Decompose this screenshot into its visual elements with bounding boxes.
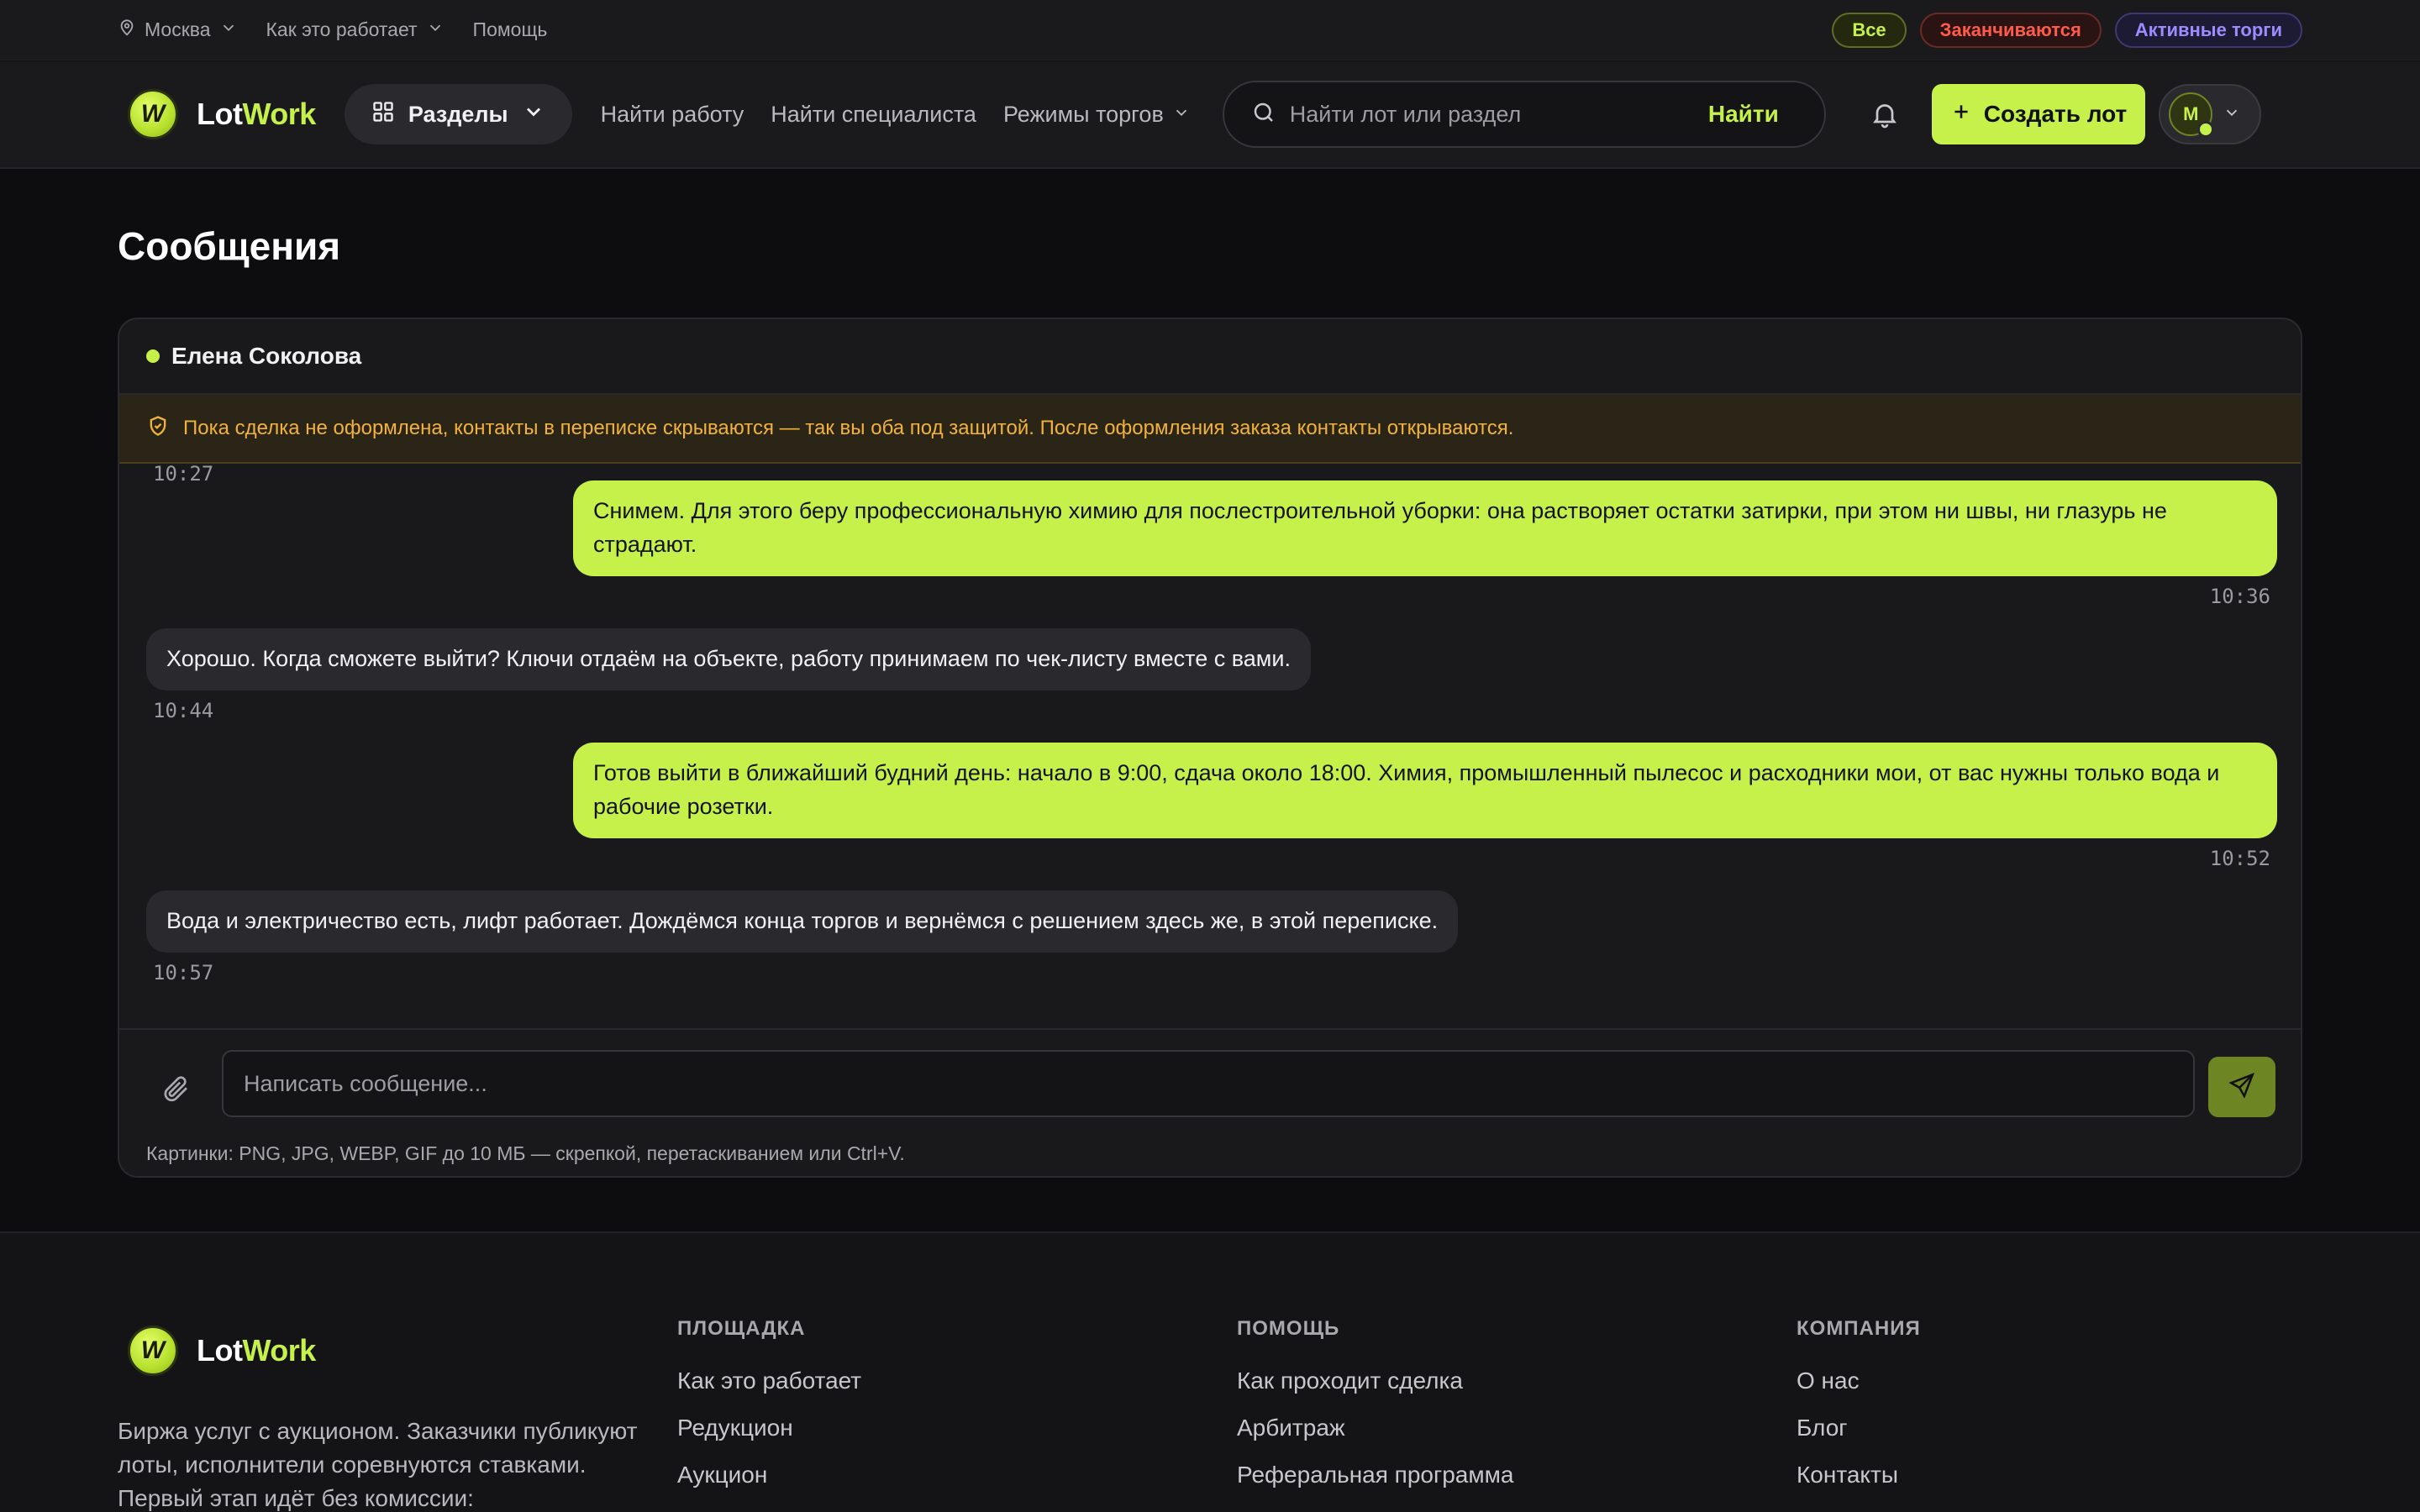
message-bubble: Готов выйти в ближайший будний день: нач… xyxy=(573,743,2277,838)
logo-mark: W xyxy=(128,1326,178,1376)
paperclip-icon[interactable] xyxy=(161,1074,192,1104)
nav-find-specialist[interactable]: Найти специалиста xyxy=(771,102,976,128)
avatar-status-badge xyxy=(2197,121,2215,138)
footer-link[interactable]: О нас xyxy=(1797,1357,1921,1404)
search-button[interactable]: Найти xyxy=(1708,101,1779,128)
main-nav: Найти работу Найти специалиста Режимы то… xyxy=(601,102,1191,128)
message-incoming: Вода и электричество есть, лифт работает… xyxy=(146,890,1459,984)
trade-modes-label: Режимы торгов xyxy=(1002,101,1164,127)
logo-mark: W xyxy=(128,89,178,139)
message-time: 10:52 xyxy=(2209,847,2270,870)
topbar-left: Москва Как это работает Помощь xyxy=(118,18,547,42)
upload-hint: Картинки: PNG, JPG, WEBP, GIF до 10 МБ —… xyxy=(146,1142,905,1164)
shield-check-icon xyxy=(146,414,170,444)
city-label: Москва xyxy=(145,18,211,40)
message-bubble: Вода и электричество есть, лифт работает… xyxy=(146,890,1459,953)
footer: W LotWork Биржа услуг с аукционом. Заказ… xyxy=(0,1231,2420,1512)
user-menu[interactable]: М xyxy=(2159,84,2262,144)
message-incoming: Хорошо. Когда сможете выйти? Ключи отдаё… xyxy=(146,628,1311,722)
filter-ending[interactable]: Заканчиваются xyxy=(1919,12,2102,48)
filter-all[interactable]: Все xyxy=(1832,12,1907,48)
online-status-dot xyxy=(146,349,160,363)
chat-panel: Елена Соколова Пока сделка не оформлена,… xyxy=(118,318,2302,1178)
message-outgoing: Готов выйти в ближайший будний день: нач… xyxy=(573,743,2277,870)
footer-column-platform: ПЛОЩАДКА Как это работает Редукцион Аукц… xyxy=(677,1317,861,1499)
grid-icon xyxy=(371,100,395,129)
logo-text-work: Work xyxy=(242,1333,316,1368)
logo-text-lot: Lot xyxy=(197,1333,243,1368)
message-time: 10:27 xyxy=(153,465,214,486)
location-pin-icon xyxy=(118,18,136,42)
main-header: W LotWork Разделы Найти работу Найти спе… xyxy=(0,61,2420,169)
footer-column-help: ПОМОЩЬ Как проходит сделка Арбитраж Рефе… xyxy=(1237,1317,1513,1499)
logo-text: LotWork xyxy=(197,97,316,132)
chevron-down-icon xyxy=(426,18,445,42)
footer-link[interactable]: Аукцион xyxy=(677,1452,861,1499)
search-input[interactable] xyxy=(1289,101,1708,128)
footer-column-title: КОМПАНИЯ xyxy=(1797,1317,1921,1340)
chevron-down-icon xyxy=(1172,102,1191,128)
footer-link[interactable]: Контакты xyxy=(1797,1452,1921,1499)
message-time: 10:44 xyxy=(153,699,214,722)
contact-name: Елена Соколова xyxy=(171,343,362,369)
filter-active-auctions[interactable]: Активные торги xyxy=(2114,12,2302,48)
create-lot-button[interactable]: Создать лот xyxy=(1931,84,2146,144)
nav-trade-modes[interactable]: Режимы торгов xyxy=(1003,102,1191,128)
bell-icon[interactable] xyxy=(1868,97,1902,131)
footer-link[interactable]: Как это работает xyxy=(677,1357,861,1404)
message-bubble: Снимем. Для этого беру профессиональную … xyxy=(573,480,2277,576)
city-selector[interactable]: Москва xyxy=(118,18,238,42)
top-utility-bar: Москва Как это работает Помощь Все Закан… xyxy=(0,0,2420,60)
chevron-down-icon xyxy=(522,100,545,129)
footer-link[interactable]: Блог xyxy=(1797,1404,1921,1452)
privacy-notice: Пока сделка не оформлена, контакты в пер… xyxy=(119,395,2301,464)
logo-text-lot: Lot xyxy=(197,97,243,131)
sections-label: Разделы xyxy=(408,101,508,127)
nav-find-job[interactable]: Найти работу xyxy=(601,102,744,128)
footer-column-title: ПОМОЩЬ xyxy=(1237,1317,1340,1340)
footer-link[interactable]: Арбитраж xyxy=(1237,1404,1513,1452)
footer-link[interactable]: Как проходит сделка xyxy=(1237,1357,1513,1404)
plus-icon xyxy=(1950,101,1972,129)
search-icon xyxy=(1251,100,1276,129)
logo[interactable]: W LotWork xyxy=(128,89,316,139)
logo-text-work: Work xyxy=(242,97,316,131)
chat-header: Елена Соколова xyxy=(119,319,2301,395)
message-list[interactable]: 10:27 Снимем. Для этого беру профессиона… xyxy=(119,465,2301,1032)
create-lot-label: Создать лот xyxy=(1983,101,2128,127)
sections-button[interactable]: Разделы xyxy=(344,84,572,144)
help-link[interactable]: Помощь xyxy=(473,18,548,41)
footer-logo[interactable]: W LotWork xyxy=(128,1326,316,1376)
footer-column-title: ПЛОЩАДКА xyxy=(677,1317,806,1340)
send-icon xyxy=(2228,1071,2256,1104)
footer-column-company: КОМПАНИЯ О нас Блог Контакты xyxy=(1797,1317,1921,1499)
privacy-notice-text: Пока сделка не оформлена, контакты в пер… xyxy=(183,417,1514,439)
message-bubble: Хорошо. Когда сможете выйти? Ключи отдаё… xyxy=(146,628,1311,690)
chevron-down-icon xyxy=(2212,103,2241,126)
message-composer: Картинки: PNG, JPG, WEBP, GIF до 10 МБ —… xyxy=(119,1028,2301,1176)
page-title: Сообщения xyxy=(118,224,341,268)
footer-link[interactable]: Редукцион xyxy=(677,1404,861,1452)
how-it-works-menu[interactable]: Как это работает xyxy=(266,18,445,42)
footer-about: Биржа услуг с аукционом. Заказчики публи… xyxy=(118,1418,638,1511)
avatar-initial: М xyxy=(2183,103,2199,124)
chevron-down-icon xyxy=(219,18,238,42)
how-it-works-label: Как это работает xyxy=(266,18,418,40)
lot-filters: Все Заканчиваются Активные торги xyxy=(1832,12,2302,48)
logo-text: LotWork xyxy=(197,1333,316,1368)
message-time: 10:57 xyxy=(153,961,214,984)
footer-link[interactable]: Реферальная программа xyxy=(1237,1452,1513,1499)
message-time: 10:36 xyxy=(2209,585,2270,608)
search-bar: Найти xyxy=(1222,81,1826,148)
avatar: М xyxy=(2169,92,2215,138)
message-outgoing: Снимем. Для этого беру профессиональную … xyxy=(573,480,2277,608)
message-input[interactable] xyxy=(222,1050,2195,1117)
send-button[interactable] xyxy=(2208,1057,2275,1117)
